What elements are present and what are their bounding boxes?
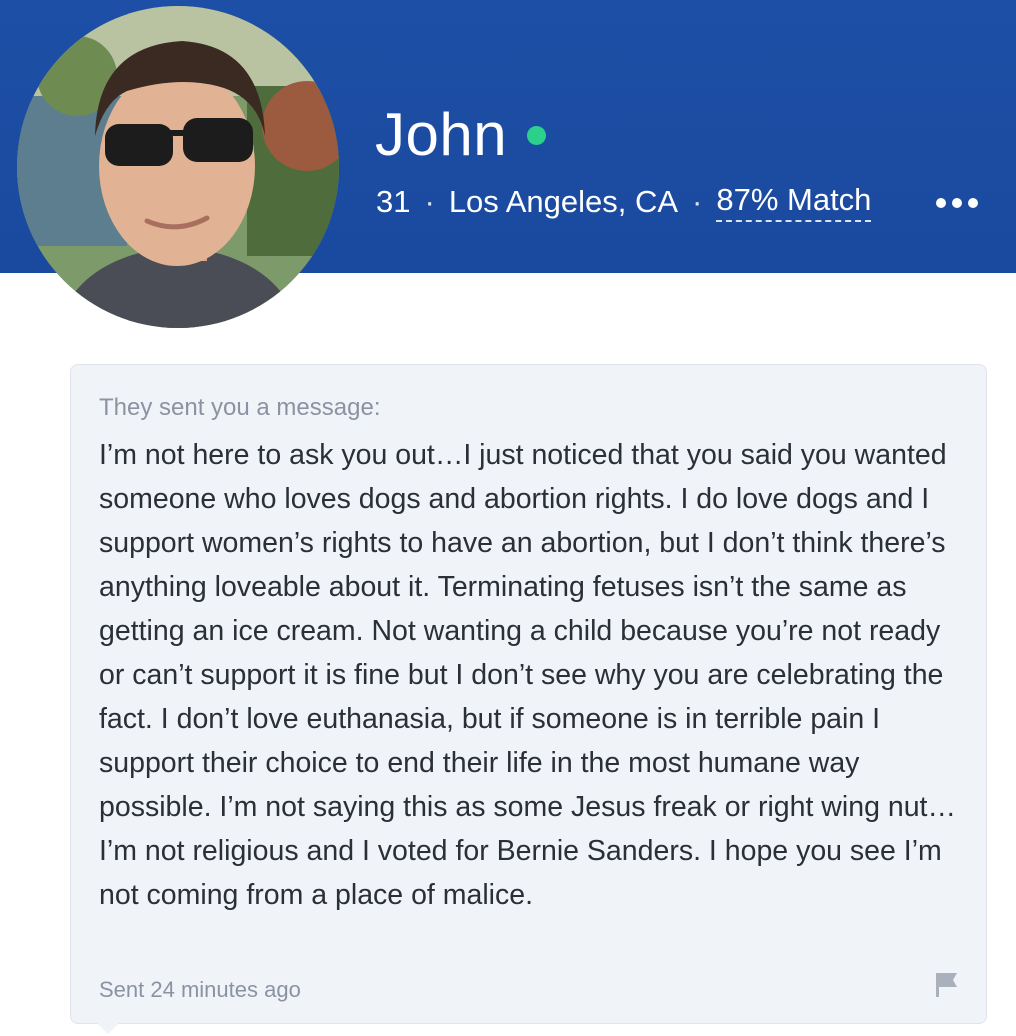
match-percentage-link[interactable]: 87% Match xyxy=(716,182,872,222)
flag-icon xyxy=(936,973,957,997)
avatar-photo xyxy=(17,6,339,328)
online-dot-icon xyxy=(527,126,546,145)
separator-dot: · xyxy=(424,184,435,219)
message-label: They sent you a message: xyxy=(99,394,381,421)
profile-location: Los Angeles, CA xyxy=(448,184,679,219)
profile-name: John xyxy=(375,101,508,168)
message-card-tail xyxy=(96,1022,120,1034)
avatar[interactable] xyxy=(17,6,339,328)
report-flag-button[interactable] xyxy=(933,969,961,999)
more-options-button[interactable] xyxy=(930,186,984,220)
separator-dot: · xyxy=(692,184,703,219)
profile-header: John 31 · Los Angeles, CA · 87% Match xyxy=(0,0,1016,328)
profile-age: 31 xyxy=(376,184,411,219)
message-body: I’m not here to ask you out…I just notic… xyxy=(99,439,956,911)
message-card: They sent you a message: I’m not here to… xyxy=(70,364,987,1024)
more-icon xyxy=(952,198,962,208)
more-icon xyxy=(968,198,978,208)
message-timestamp: Sent 24 minutes ago xyxy=(99,977,301,1002)
more-icon xyxy=(936,198,946,208)
profile-meta: 31 · Los Angeles, CA · 87% Match xyxy=(376,180,872,224)
